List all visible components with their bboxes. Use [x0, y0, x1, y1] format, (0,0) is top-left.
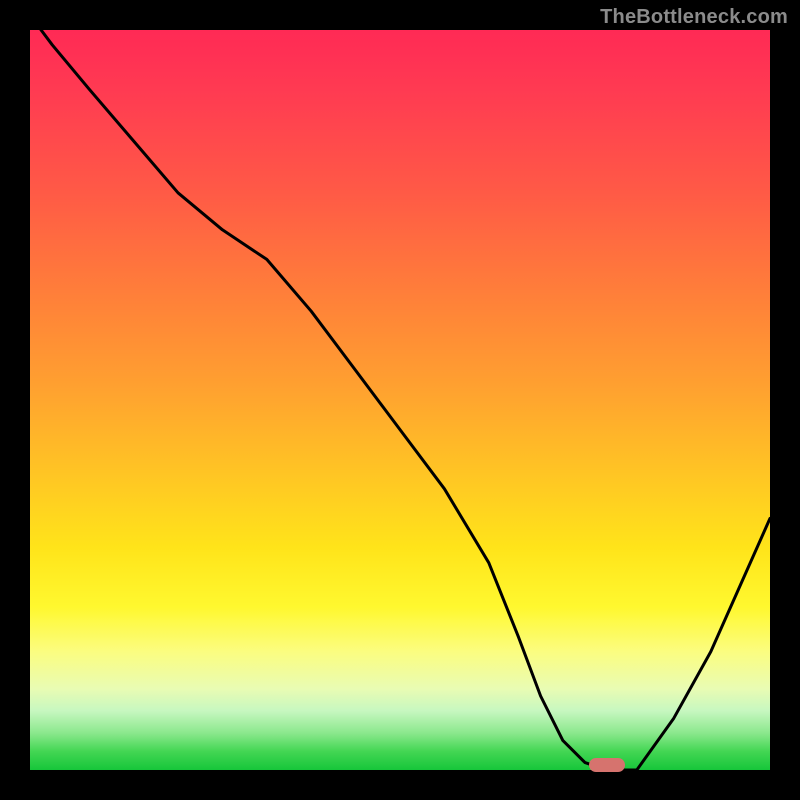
plot-area — [30, 30, 770, 770]
curve-svg — [30, 30, 770, 770]
chart-frame: TheBottleneck.com — [0, 0, 800, 800]
optimum-marker — [589, 758, 625, 772]
bottleneck-curve-path — [30, 30, 770, 770]
watermark-text: TheBottleneck.com — [600, 6, 788, 29]
